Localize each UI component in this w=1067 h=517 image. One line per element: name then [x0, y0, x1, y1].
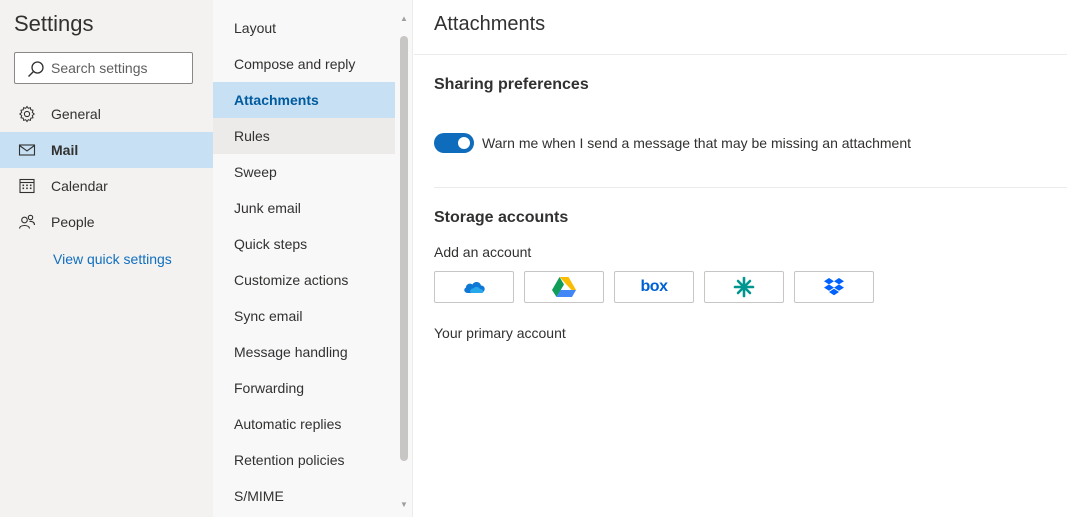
- nav-item-mail[interactable]: Mail: [0, 132, 213, 168]
- storage-accounts-heading: Storage accounts: [434, 209, 569, 226]
- mail-nav-scrollbar[interactable]: [400, 36, 408, 461]
- mail-nav-item-customize-actions[interactable]: Customize actions: [213, 262, 395, 298]
- mail-nav-item-retention-policies[interactable]: Retention policies: [213, 442, 395, 478]
- search-box[interactable]: [14, 52, 193, 84]
- egnyte-icon: [733, 276, 755, 298]
- mail-nav-item-rules[interactable]: Rules: [213, 118, 395, 154]
- nav-item-people[interactable]: People: [0, 204, 213, 240]
- settings-nav: Settings General Mail Calendar: [0, 0, 213, 517]
- add-onedrive-button[interactable]: [434, 271, 514, 303]
- mail-nav-item-layout[interactable]: Layout: [213, 10, 395, 46]
- mail-nav-item-quick-steps[interactable]: Quick steps: [213, 226, 395, 262]
- attachments-panel: Attachments Sharing preferences Warn me …: [414, 0, 1067, 517]
- view-quick-settings-link[interactable]: View quick settings: [53, 251, 172, 267]
- add-egnyte-button[interactable]: [704, 271, 784, 303]
- section-divider: [434, 187, 1067, 188]
- missing-attachment-toggle[interactable]: [434, 133, 474, 153]
- nav-item-general[interactable]: General: [0, 96, 213, 132]
- mail-nav-item-forwarding[interactable]: Forwarding: [213, 370, 395, 406]
- primary-account-label: Your primary account: [434, 325, 566, 341]
- mail-nav-item-sync-email[interactable]: Sync email: [213, 298, 395, 334]
- box-icon: box: [640, 278, 668, 295]
- add-dropbox-button[interactable]: [794, 271, 874, 303]
- scroll-up-arrow-icon[interactable]: ▲: [398, 14, 410, 24]
- nav-label-calendar: Calendar: [51, 178, 108, 194]
- title-divider: [414, 54, 1067, 55]
- add-account-label: Add an account: [434, 244, 532, 260]
- mail-settings-nav: Layout Compose and reply Attachments Rul…: [213, 0, 413, 517]
- add-box-button[interactable]: box: [614, 271, 694, 303]
- mail-nav-item-attachments[interactable]: Attachments: [213, 82, 395, 118]
- missing-attachment-label: Warn me when I send a message that may b…: [482, 135, 912, 151]
- search-icon: [28, 61, 44, 77]
- mail-nav-item-message-handling[interactable]: Message handling: [213, 334, 395, 370]
- calendar-icon: [19, 178, 35, 194]
- mail-icon: [18, 144, 36, 156]
- nav-label-general: General: [51, 106, 101, 122]
- page-title: Attachments: [434, 13, 546, 35]
- mail-nav-item-compose-and-reply[interactable]: Compose and reply: [213, 46, 395, 82]
- scroll-down-arrow-icon[interactable]: ▼: [398, 500, 410, 510]
- settings-title: Settings: [14, 11, 94, 36]
- google-drive-icon: [552, 277, 576, 297]
- onedrive-icon: [464, 281, 485, 293]
- nav-label-mail: Mail: [51, 142, 79, 158]
- gear-icon: [19, 105, 35, 123]
- mail-nav-item-junk-email[interactable]: Junk email: [213, 190, 395, 226]
- search-input[interactable]: [51, 53, 189, 83]
- add-google-drive-button[interactable]: [524, 271, 604, 303]
- dropbox-icon: [824, 278, 844, 296]
- nav-item-calendar[interactable]: Calendar: [0, 168, 213, 204]
- sharing-preferences-heading: Sharing preferences: [434, 76, 589, 93]
- mail-nav-item-sweep[interactable]: Sweep: [213, 154, 395, 190]
- toggle-knob: [458, 137, 470, 149]
- mail-nav-item-smime[interactable]: S/MIME: [213, 478, 395, 514]
- people-icon: [18, 214, 36, 229]
- nav-label-people: People: [51, 214, 95, 230]
- mail-nav-item-automatic-replies[interactable]: Automatic replies: [213, 406, 395, 442]
